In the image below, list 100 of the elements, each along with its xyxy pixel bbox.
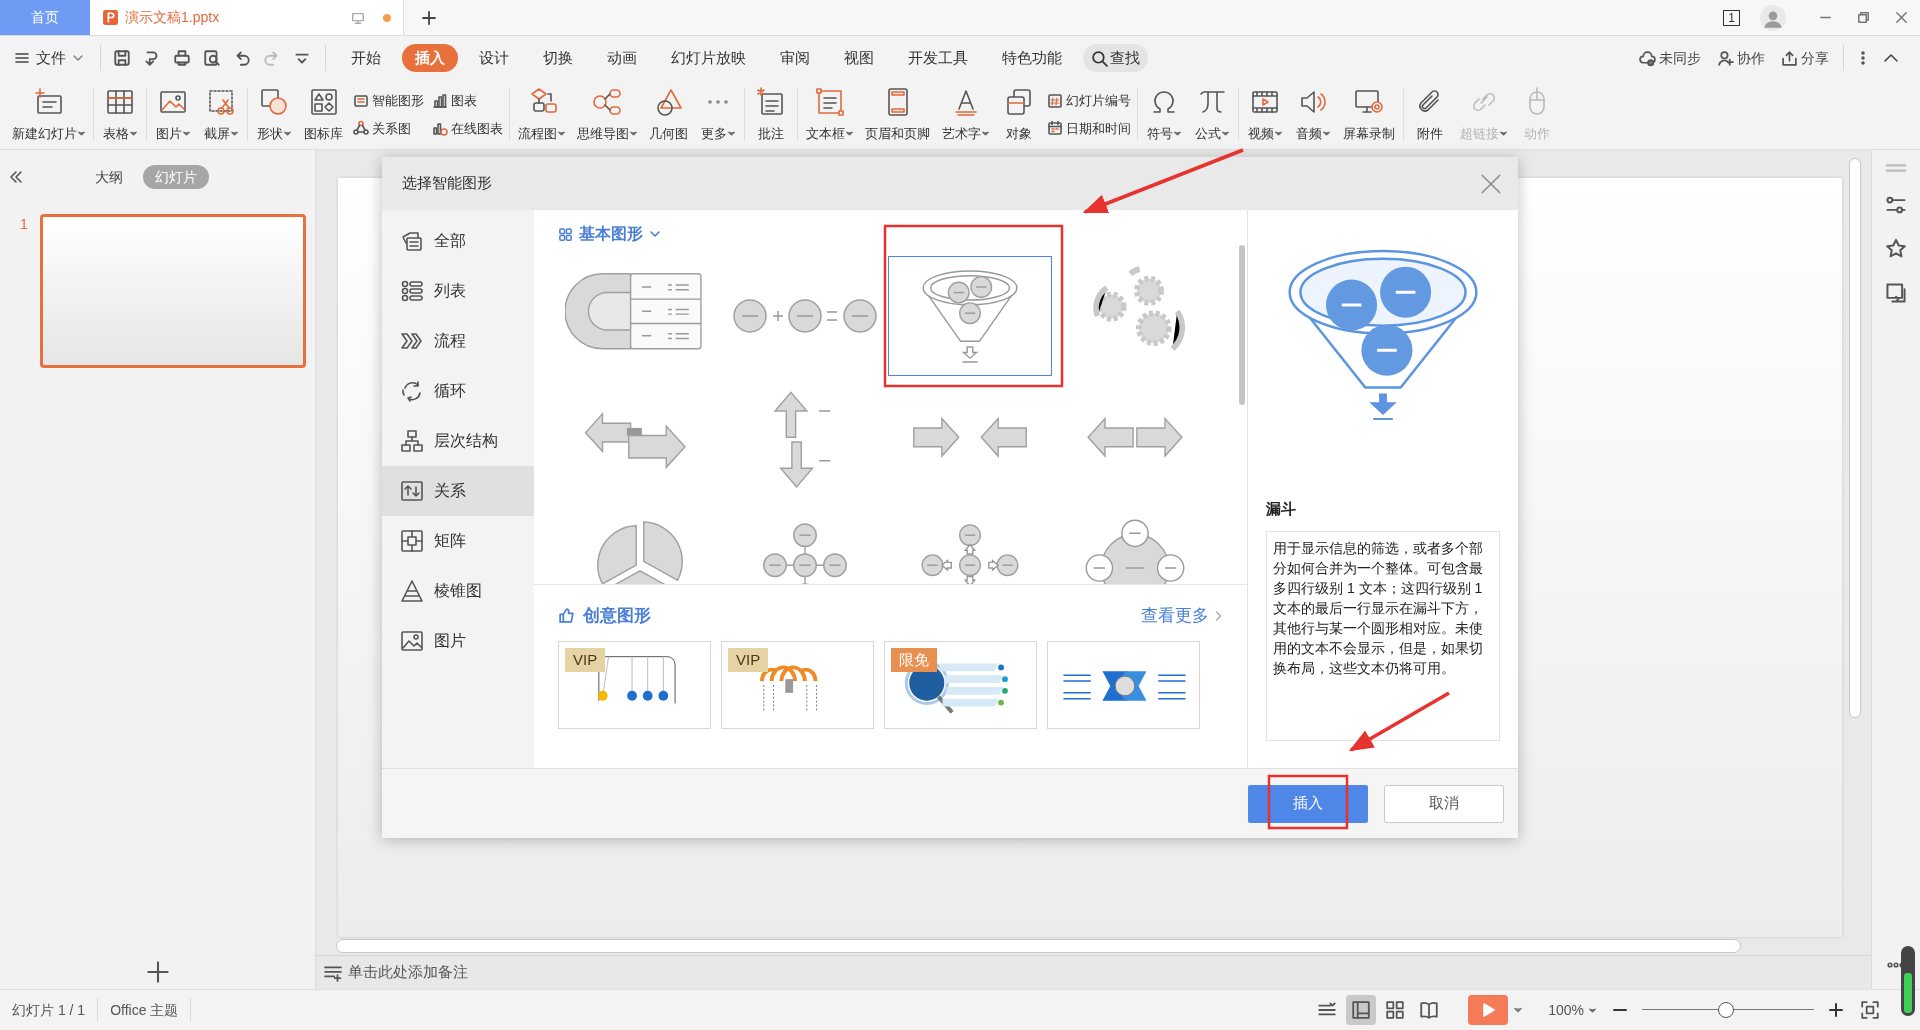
grip-icon	[1885, 164, 1907, 172]
notes-field[interactable]: 单击此处添加备注	[316, 955, 1871, 989]
cancel-button[interactable]: 取消	[1384, 784, 1504, 823]
menu-tab[interactable]: 特色功能	[989, 44, 1075, 72]
fit-window-button[interactable]	[1860, 1000, 1880, 1020]
view-tab[interactable]: 大纲	[82, 165, 135, 189]
toolbar-action[interactable]: 未同步	[1639, 47, 1701, 69]
collapse-panel-button[interactable]	[8, 169, 24, 185]
ribbon-button[interactable]: 附件	[1406, 80, 1454, 149]
ribbon-button[interactable]: 思维导图	[571, 80, 643, 149]
ribbon-button[interactable]: 对象	[995, 80, 1043, 149]
document-tab[interactable]: 演示文稿1.pptx	[90, 0, 404, 35]
ribbon-button[interactable]: 幻灯片编号	[1047, 91, 1131, 111]
category-item[interactable]: 棱锥图	[382, 566, 534, 616]
menu-tab[interactable]: 动画	[594, 44, 650, 72]
category-item[interactable]: 流程	[382, 316, 534, 366]
zoom-slider[interactable]	[1642, 1002, 1814, 1018]
horizontal-scrollbar[interactable]	[336, 939, 1741, 953]
category-item[interactable]: 矩阵	[382, 516, 534, 566]
search-button[interactable]: 查找	[1083, 44, 1148, 72]
category-item[interactable]: 关系	[382, 466, 534, 516]
insert-button[interactable]: 插入	[1248, 784, 1368, 823]
grip-button[interactable]	[1885, 164, 1907, 172]
view-more-link[interactable]: 查看更多	[1141, 603, 1223, 629]
scrollbar-thumb[interactable]	[1239, 245, 1245, 405]
plus-icon	[1829, 1003, 1843, 1017]
ribbon-button[interactable]: 几何图	[643, 80, 694, 149]
settings-sliders-button[interactable]	[1885, 194, 1907, 216]
ribbon-button[interactable]: 视频	[1241, 80, 1289, 149]
zoom-level-dropdown[interactable]: 100%	[1548, 999, 1596, 1021]
play-slideshow-button[interactable]	[1468, 995, 1509, 1025]
avatar[interactable]	[1760, 4, 1786, 31]
ribbon-button[interactable]: 流程图	[512, 80, 571, 149]
print-icon	[173, 49, 191, 67]
notes-icon	[324, 963, 342, 982]
template-card[interactable]	[1047, 640, 1200, 729]
menu-tab[interactable]: 幻灯片放映	[658, 44, 759, 72]
category-item[interactable]: 全部	[382, 216, 534, 266]
ribbon-button[interactable]: 批注	[747, 80, 795, 149]
menu-tab[interactable]: 设计	[466, 44, 522, 72]
window-count-indicator[interactable]: 1	[1723, 9, 1740, 26]
menu-tab[interactable]: 开始	[338, 44, 394, 72]
category-item[interactable]: 列表	[382, 266, 534, 316]
ribbon-button[interactable]: 截屏	[197, 80, 245, 149]
ribbon-button[interactable]: 页眉和页脚	[859, 80, 936, 149]
section-dropdown[interactable]: 基本图形	[558, 222, 661, 246]
category-item[interactable]: 层次结构	[382, 416, 534, 466]
ribbon-button[interactable]: 图标库	[298, 80, 349, 149]
text-box-icon	[813, 86, 846, 118]
ribbon-button[interactable]: 音频	[1289, 80, 1337, 149]
category-item[interactable]: 循环	[382, 366, 534, 416]
ribbon-button[interactable]: 在线图表	[432, 118, 503, 138]
presentation-file-icon	[102, 9, 119, 26]
preview-title: 漏斗	[1266, 499, 1297, 519]
caret-icon	[1275, 129, 1282, 137]
caret-icon	[1500, 129, 1507, 137]
toolbar-action[interactable]: 协作	[1717, 47, 1765, 69]
add-slide-button[interactable]	[146, 961, 169, 983]
ribbon-button[interactable]: 屏幕录制	[1337, 80, 1401, 149]
smart-art-option[interactable]	[887, 256, 1053, 376]
grid-icon	[558, 226, 573, 242]
menu-tab[interactable]: 切换	[530, 44, 586, 72]
ribbon-button[interactable]: 图片	[149, 80, 197, 149]
template-card[interactable]: VIP	[721, 640, 874, 729]
slide-thumbnail[interactable]	[40, 214, 306, 368]
ribbon-button[interactable]: 关系图	[353, 118, 424, 138]
slide-number-icon	[1047, 92, 1063, 109]
play-icon	[1480, 1002, 1497, 1018]
scrollbar-thumb[interactable]	[1849, 158, 1861, 718]
menu-tab[interactable]: 视图	[831, 44, 887, 72]
menu-tab[interactable]: 开发工具	[895, 44, 981, 72]
ribbon-button[interactable]: 文本框	[800, 80, 859, 149]
more-icon	[708, 100, 728, 104]
template-card[interactable]: VIP	[558, 640, 711, 729]
ribbon-button[interactable]: 新建幻灯片	[6, 80, 91, 149]
ribbon-button[interactable]: 形状	[250, 80, 298, 149]
close-button[interactable]	[1480, 172, 1502, 195]
ribbon-button[interactable]: 更多	[694, 80, 742, 149]
ribbon-button[interactable]: 图表	[432, 91, 503, 111]
view-mode-button[interactable]	[1346, 995, 1377, 1025]
normal-view-icon	[1351, 1000, 1372, 1020]
toolbar-action[interactable]: 分享	[1781, 47, 1829, 69]
ribbon-button[interactable]: 符号	[1140, 80, 1188, 149]
slider-thumb[interactable]	[1718, 1002, 1735, 1018]
ribbon-button[interactable]: 公式	[1188, 80, 1236, 149]
ribbon-button[interactable]: 日期和时间	[1047, 118, 1131, 138]
zoom-in-button[interactable]	[1826, 1003, 1846, 1017]
notes-input[interactable]: 单击此处添加备注	[348, 961, 1863, 984]
ribbon-button[interactable]: 艺术字	[936, 80, 995, 149]
menu-tab[interactable]: 审阅	[767, 44, 823, 72]
settings-sliders-icon	[1885, 194, 1907, 216]
category-item[interactable]: 图片	[382, 616, 534, 666]
theme-name: Office 主题	[109, 1000, 180, 1020]
save-icon	[113, 49, 131, 67]
slide-switch-button[interactable]	[1885, 282, 1907, 304]
ribbon-button[interactable]: 智能图形	[353, 91, 424, 111]
share-icon	[1781, 49, 1798, 67]
file-menu-button[interactable]: 文件	[14, 46, 94, 70]
star-button[interactable]	[1885, 238, 1907, 260]
ribbon-button[interactable]: 表格	[96, 80, 144, 149]
